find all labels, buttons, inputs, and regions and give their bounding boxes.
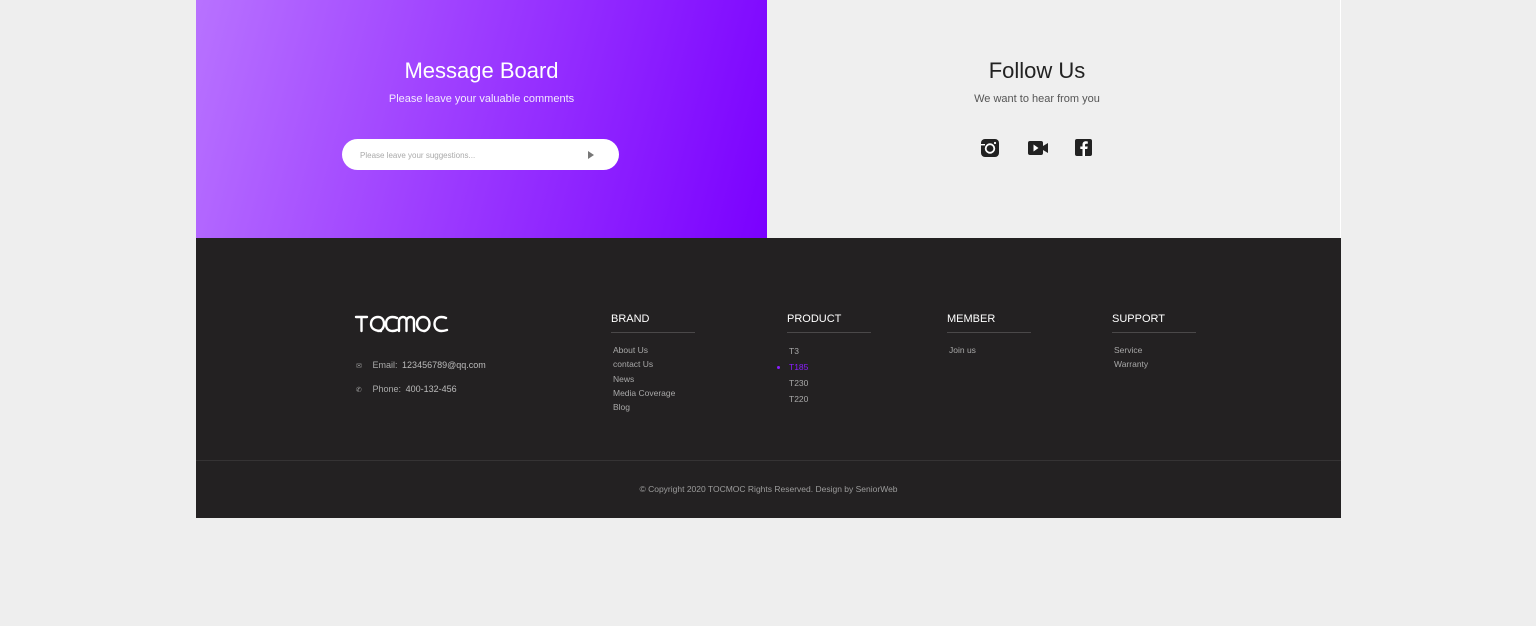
suggestion-input-container [342, 139, 619, 172]
facebook-icon[interactable] [1074, 138, 1094, 158]
footer-column-member: MEMBER Join us [947, 313, 1031, 357]
phone-value[interactable]: 400-132-456 [406, 384, 457, 394]
column-title-product: PRODUCT [787, 313, 842, 325]
follow-us-title: Follow Us [988, 58, 1086, 83]
link-news[interactable]: News [611, 372, 695, 386]
page: Message Board Please leave your valuable… [196, 0, 1341, 518]
follow-us-panel: Follow Us We want to hear from you [767, 0, 1341, 238]
envelope-icon: ✉ [356, 362, 362, 370]
message-board-subtitle: Please leave your valuable comments [388, 93, 575, 105]
column-divider [947, 332, 1031, 333]
column-divider [611, 332, 695, 333]
instagram-icon[interactable] [980, 138, 1000, 158]
link-product-t220[interactable]: T220 [787, 391, 871, 407]
email-value[interactable]: 123456789@qq.com [402, 360, 486, 370]
link-media-coverage[interactable]: Media Coverage [611, 386, 695, 400]
send-button[interactable] [583, 147, 599, 163]
footer: ✉ Email: 123456789@qq.com ✆ Phone: 400-1… [196, 238, 1341, 518]
link-product-t185[interactable]: T185 [777, 359, 871, 375]
link-contact-us[interactable]: contact Us [611, 357, 695, 371]
link-blog[interactable]: Blog [611, 400, 695, 414]
email-row: ✉ Email: 123456789@qq.com [356, 360, 486, 370]
column-title-support: SUPPORT [1112, 313, 1165, 325]
tocmoc-logo[interactable] [354, 312, 454, 339]
column-divider [787, 332, 871, 333]
phone-row: ✆ Phone: 400-132-456 [356, 384, 457, 394]
link-warranty[interactable]: Warranty [1112, 357, 1196, 371]
link-product-t3[interactable]: T3 [787, 343, 871, 359]
footer-column-support: SUPPORT Service Warranty [1112, 313, 1196, 372]
link-about-us[interactable]: About Us [611, 343, 695, 357]
follow-us-subtitle: We want to hear from you [974, 93, 1100, 105]
footer-divider [196, 460, 1341, 461]
play-triangle-icon [583, 147, 599, 163]
footer-column-brand: BRAND About Us contact Us News Media Cov… [611, 313, 695, 414]
column-title-brand: BRAND [611, 313, 650, 325]
phone-icon: ✆ [356, 386, 362, 394]
message-board-title: Message Board [404, 58, 559, 83]
email-label: Email: [372, 360, 398, 370]
column-title-member: MEMBER [947, 313, 996, 325]
copyright-text: © Copyright 2020 TOCMOC Rights Reserved.… [639, 484, 898, 494]
link-service[interactable]: Service [1112, 343, 1196, 357]
suggestion-input[interactable] [358, 139, 582, 172]
link-join-us[interactable]: Join us [947, 343, 1031, 357]
footer-column-product: PRODUCT T3 T185 T230 T220 [777, 313, 871, 407]
column-divider [1112, 332, 1196, 333]
link-product-t230[interactable]: T230 [787, 375, 871, 391]
video-camera-icon[interactable] [1027, 138, 1049, 158]
message-board-panel: Message Board Please leave your valuable… [196, 0, 767, 238]
phone-label: Phone: [372, 384, 402, 394]
